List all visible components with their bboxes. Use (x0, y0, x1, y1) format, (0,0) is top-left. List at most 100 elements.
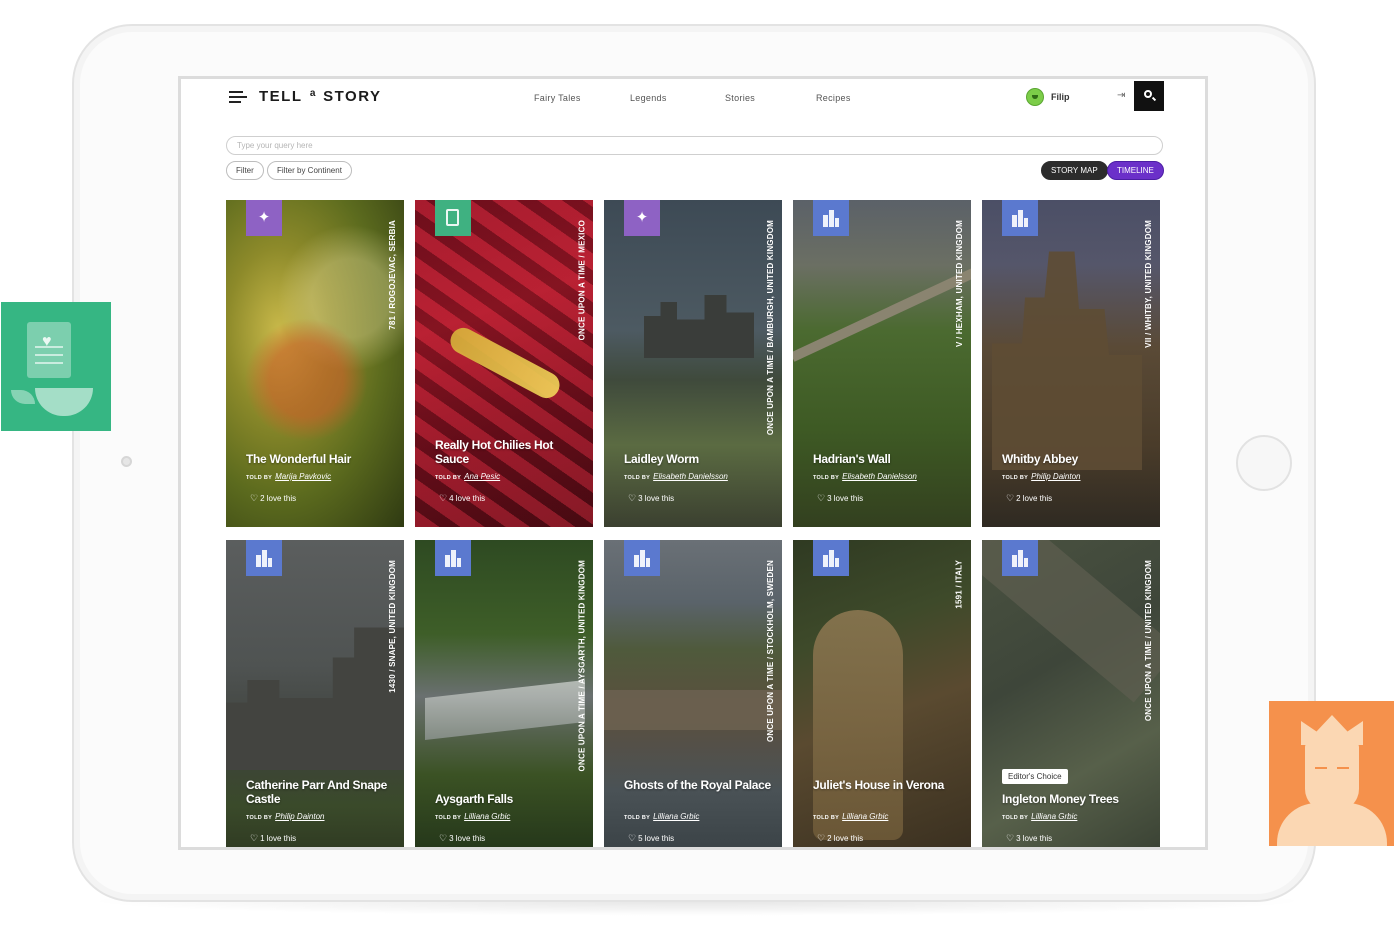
card-photo (226, 627, 404, 770)
card-title[interactable]: Catherine Parr And Snape Castle (246, 778, 396, 806)
card-author: TOLD BY Philip Dainton (1002, 472, 1081, 481)
card-title[interactable]: Ghosts of the Royal Palace (624, 778, 774, 792)
heart-icon: ♥ (42, 333, 52, 350)
card-title[interactable]: Ingleton Money Trees (1002, 792, 1152, 806)
logo-word-tell: TELL (259, 88, 303, 105)
legend-building-icon (633, 549, 651, 567)
category-badge (435, 200, 471, 236)
author-link[interactable]: Lilliana Grbic (842, 812, 888, 821)
love-count-text: 5 love this (638, 834, 675, 843)
timeline-button[interactable]: TIMELINE (1107, 161, 1164, 180)
logo-word-story: STORY (323, 88, 382, 105)
told-by-label: TOLD BY (624, 475, 651, 481)
author-link[interactable]: Lilliana Grbic (653, 812, 699, 821)
card-author: TOLD BY Marija Pavkovic (246, 472, 331, 481)
card-title[interactable]: Whitby Abbey (1002, 452, 1152, 466)
told-by-label: TOLD BY (1002, 475, 1029, 481)
legend-building-icon (822, 209, 840, 227)
king-face-icon (1305, 743, 1359, 811)
category-badge (1002, 540, 1038, 576)
legend-building-icon (444, 549, 462, 567)
card-location: V / HEXHAM, UNITED KINGDOM (955, 220, 964, 347)
legend-building-icon (1011, 209, 1029, 227)
author-link[interactable]: Ana Pesic (464, 472, 500, 481)
author-link[interactable]: Philip Dainton (275, 812, 324, 821)
card-location: ONCE UPON A TIME / MEXICO (577, 220, 586, 341)
story-card[interactable]: 1430 / SNAPE, UNITED KINGDOM Catherine P… (226, 540, 404, 847)
logout-icon[interactable]: ⇥ (1117, 90, 1131, 102)
story-card[interactable]: ✦ 781 / ROGOJEVAC, SERBIA The Wonderful … (226, 200, 404, 527)
nav-stories[interactable]: Stories (725, 93, 755, 103)
love-count[interactable]: ♡ 2 love this (817, 833, 863, 844)
told-by-label: TOLD BY (813, 475, 840, 481)
told-by-label: TOLD BY (813, 815, 840, 821)
story-card[interactable]: ONCE UPON A TIME / UNITED KINGDOM Editor… (982, 540, 1160, 847)
logo-word-a: a (309, 88, 316, 99)
user-name[interactable]: Filip (1051, 92, 1070, 102)
love-count[interactable]: ♡ 3 love this (1006, 833, 1052, 844)
card-title[interactable]: Laidley Worm (624, 452, 774, 466)
tablet-camera (121, 456, 132, 467)
menu-icon[interactable] (229, 91, 247, 105)
filter-button[interactable]: Filter (226, 161, 264, 180)
app-screen: TELL a STORY Fairy Tales Legends Stories… (178, 76, 1208, 850)
card-title[interactable]: Aysgarth Falls (435, 792, 585, 806)
card-author: TOLD BY Lilliana Grbic (435, 812, 510, 821)
love-count-text: 4 love this (449, 494, 486, 503)
story-card[interactable]: ONCE UPON A TIME / STOCKHOLM, SWEDEN Gho… (604, 540, 782, 847)
leaf-icon (11, 390, 35, 404)
story-card[interactable]: ✦ ONCE UPON A TIME / BAMBURGH, UNITED KI… (604, 200, 782, 527)
crown-icon (1301, 715, 1363, 745)
card-location: 1430 / SNAPE, UNITED KINGDOM (388, 560, 397, 693)
love-count-text: 1 love this (260, 834, 297, 843)
category-badge (813, 540, 849, 576)
card-author: TOLD BY Ana Pesic (435, 472, 500, 481)
love-count-text: 3 love this (449, 834, 486, 843)
love-count-text: 3 love this (827, 494, 864, 503)
author-link[interactable]: Philip Dainton (1031, 472, 1080, 481)
love-count[interactable]: ♡ 1 love this (250, 833, 296, 844)
category-badge (813, 200, 849, 236)
user-avatar[interactable] (1026, 88, 1044, 106)
heart-icon: ♡ (1006, 493, 1015, 503)
nav-recipes[interactable]: Recipes (816, 93, 851, 103)
search-input[interactable]: Type your query here (226, 136, 1163, 155)
card-title[interactable]: Hadrian's Wall (813, 452, 963, 466)
author-link[interactable]: Lilliana Grbic (1031, 812, 1077, 821)
story-map-button[interactable]: STORY MAP (1041, 161, 1108, 180)
nav-fairy-tales[interactable]: Fairy Tales (534, 93, 581, 103)
card-title[interactable]: The Wonderful Hair (246, 452, 396, 466)
told-by-label: TOLD BY (435, 475, 462, 481)
story-card[interactable]: ONCE UPON A TIME / MEXICO Really Hot Chi… (415, 200, 593, 527)
author-link[interactable]: Elisabeth Danielsson (653, 472, 728, 481)
story-card[interactable]: ONCE UPON A TIME / AYSGARTH, UNITED KING… (415, 540, 593, 847)
filter-by-continent-button[interactable]: Filter by Continent (267, 161, 352, 180)
author-link[interactable]: Elisabeth Danielsson (842, 472, 917, 481)
love-count[interactable]: ♡ 2 love this (250, 493, 296, 504)
card-location: ONCE UPON A TIME / UNITED KINGDOM (1144, 560, 1153, 722)
site-logo[interactable]: TELL a STORY (259, 88, 382, 105)
love-count[interactable]: ♡ 4 love this (439, 493, 485, 504)
author-link[interactable]: Marija Pavkovic (275, 472, 331, 481)
love-count[interactable]: ♡ 5 love this (628, 833, 674, 844)
category-badge (624, 540, 660, 576)
card-title[interactable]: Juliet's House in Verona (813, 778, 963, 792)
category-badge (1002, 200, 1038, 236)
heart-icon: ♡ (1006, 833, 1015, 843)
love-count[interactable]: ♡ 3 love this (817, 493, 863, 504)
love-count[interactable]: ♡ 3 love this (439, 833, 485, 844)
story-card[interactable]: 1591 / ITALY Juliet's House in Verona TO… (793, 540, 971, 847)
told-by-label: TOLD BY (246, 475, 273, 481)
story-card[interactable]: V / HEXHAM, UNITED KINGDOM Hadrian's Wal… (793, 200, 971, 527)
nav-legends[interactable]: Legends (630, 93, 667, 103)
love-count[interactable]: ♡ 2 love this (1006, 493, 1052, 504)
card-title[interactable]: Really Hot Chilies Hot Sauce (435, 438, 585, 466)
love-count-text: 2 love this (1016, 494, 1053, 503)
story-card[interactable]: VII / WHITBY, UNITED KINGDOM Whitby Abbe… (982, 200, 1160, 527)
author-link[interactable]: Lilliana Grbic (464, 812, 510, 821)
search-button[interactable] (1134, 81, 1164, 111)
love-count[interactable]: ♡ 3 love this (628, 493, 674, 504)
card-photo (793, 268, 971, 362)
fairy-wand-icon: ✦ (257, 209, 271, 226)
legend-building-icon (822, 549, 840, 567)
